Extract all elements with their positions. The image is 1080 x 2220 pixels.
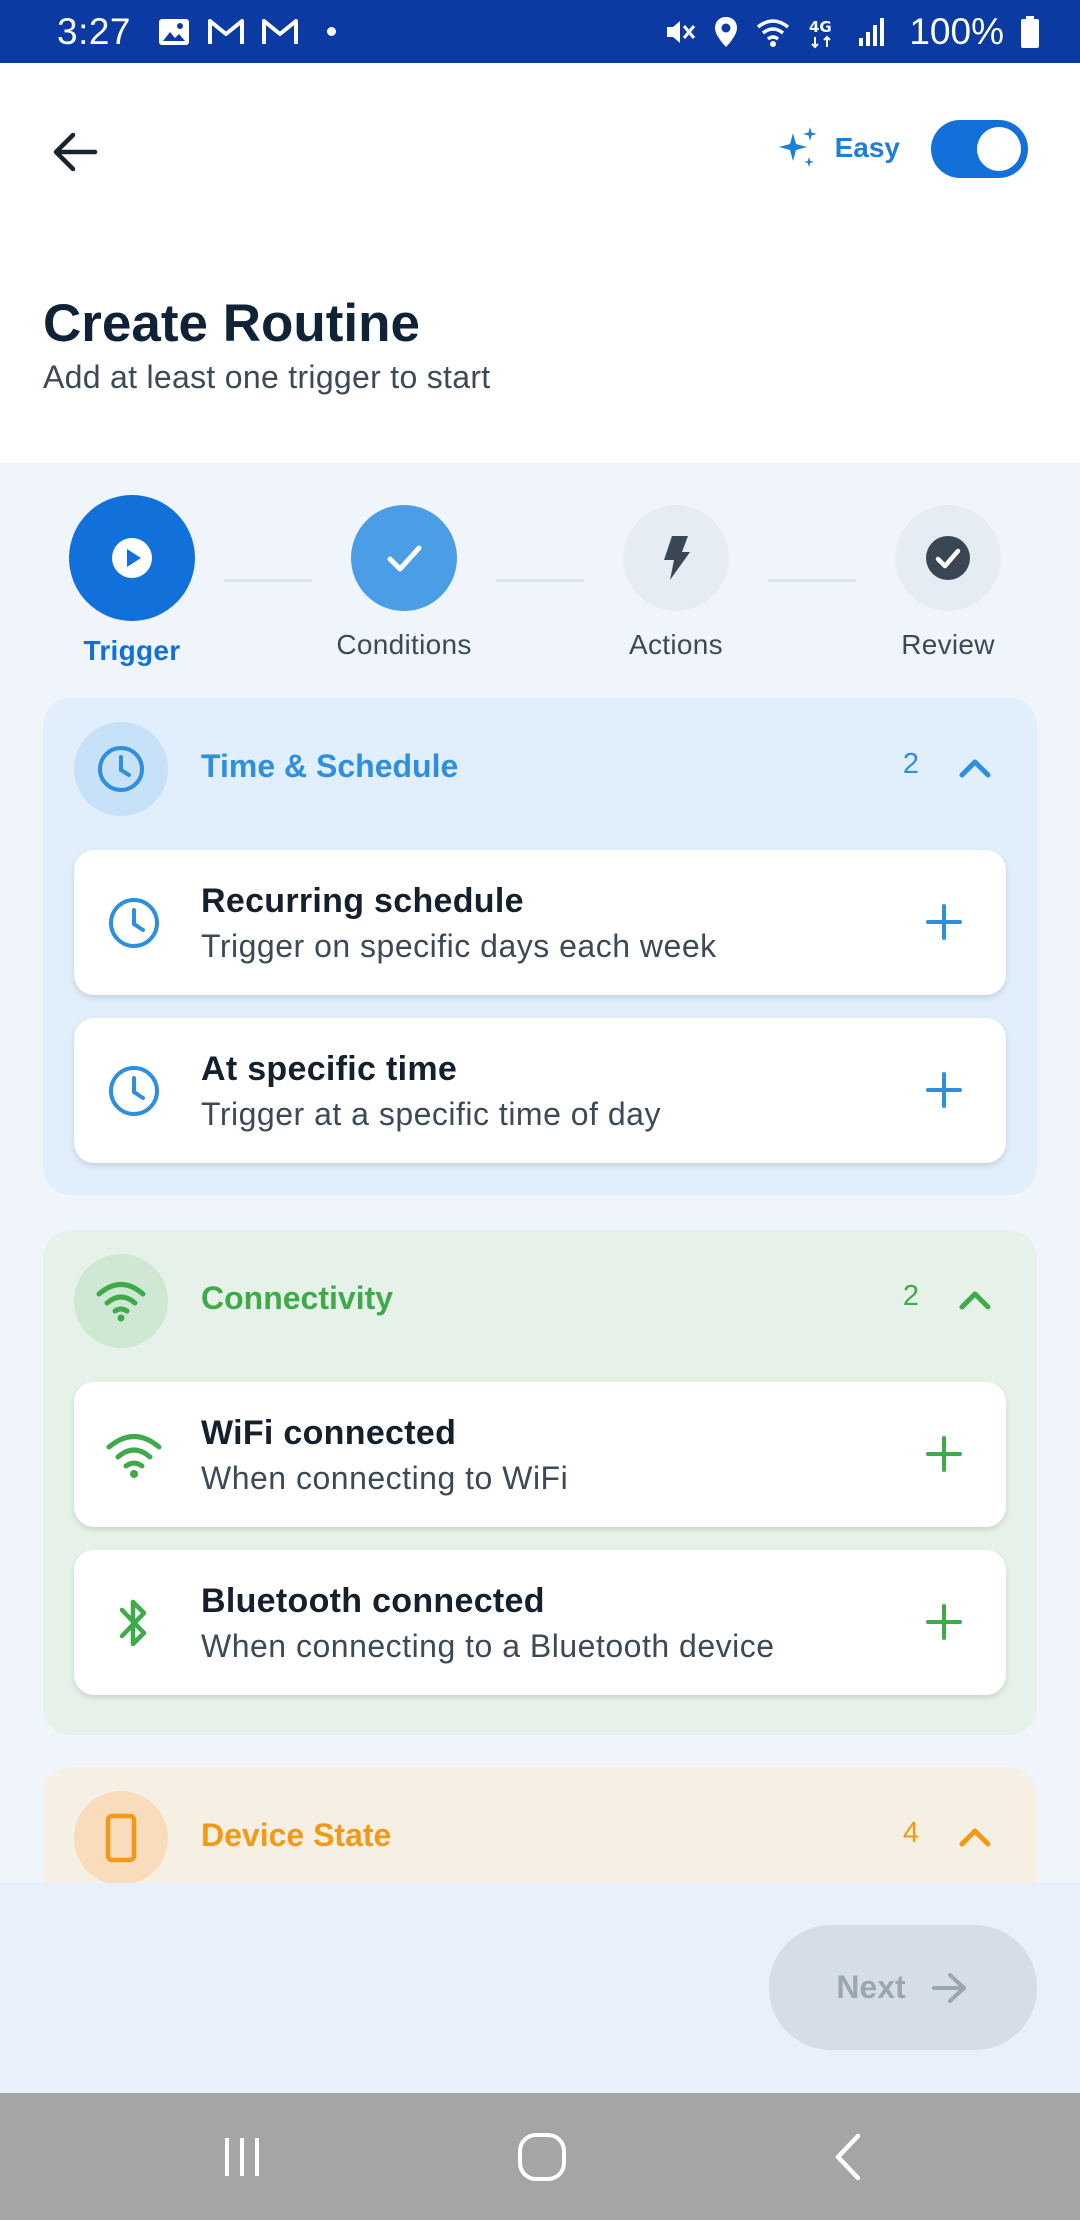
wifi-icon [106, 1427, 162, 1483]
card-description: Trigger on specific days each week [201, 928, 717, 964]
card-description: When connecting to a Bluetooth device [201, 1628, 775, 1664]
location-icon [713, 12, 739, 52]
back-button[interactable] [44, 121, 106, 183]
status-right: 4G 100% [663, 11, 1040, 53]
signal-icon [857, 12, 887, 52]
recents-icon [225, 2138, 259, 2176]
arrow-right-icon [931, 1972, 966, 2003]
easy-mode-label[interactable]: Easy [775, 125, 900, 171]
recent-apps-button[interactable] [212, 2127, 272, 2187]
easy-label: Easy [834, 132, 900, 163]
section-count: 4 [902, 1817, 919, 1849]
check-icon [387, 545, 422, 572]
step-review[interactable]: Review [858, 505, 1038, 661]
play-icon [112, 538, 152, 578]
section-header[interactable]: Device State 4 [43, 1767, 1037, 1883]
arrow-left-icon [53, 132, 98, 172]
section-connectivity: Connectivity 2 WiFi connected When conne… [43, 1230, 1037, 1735]
clock-icon [106, 895, 162, 951]
step-label: Conditions [336, 629, 472, 660]
plus-icon[interactable] [922, 900, 966, 944]
bottom-action-bar: Next [0, 1883, 1080, 2093]
next-button[interactable]: Next [769, 1925, 1037, 2050]
check-circle-icon [926, 536, 970, 580]
section-time-schedule: Time & Schedule 2 Recurring schedule Tri… [43, 698, 1037, 1195]
phone-icon [74, 1791, 168, 1883]
wifi-icon [74, 1254, 168, 1348]
system-nav-bar [0, 2093, 1080, 2220]
step-actions[interactable]: Actions [586, 505, 766, 661]
app-header: Easy Create Routine Add at least one tri… [0, 63, 1080, 463]
card-title: WiFi connected [201, 1414, 457, 1452]
trigger-wifi-connected[interactable]: WiFi connected When connecting to WiFi [74, 1382, 1006, 1527]
card-description: When connecting to WiFi [201, 1460, 569, 1496]
card-description: Trigger at a specific time of day [201, 1096, 661, 1132]
plus-icon[interactable] [922, 1068, 966, 1112]
battery-percent: 100% [909, 10, 1004, 52]
card-title: At specific time [201, 1050, 458, 1088]
4g-icon: 4G [807, 12, 841, 52]
section-header[interactable]: Connectivity 2 [43, 1230, 1037, 1370]
status-time: 3:27 [57, 10, 132, 52]
card-title: Bluetooth connected [201, 1582, 545, 1620]
bluetooth-icon [106, 1595, 162, 1651]
system-back-button[interactable] [818, 2127, 878, 2187]
home-icon [518, 2133, 566, 2181]
step-trigger[interactable]: Trigger [42, 495, 222, 667]
chevron-up-icon [959, 1828, 991, 1847]
step-connector [224, 579, 312, 582]
trigger-bluetooth-connected[interactable]: Bluetooth connected When connecting to a… [74, 1550, 1006, 1695]
next-label: Next [836, 1969, 906, 2005]
toggle-knob [977, 127, 1021, 171]
step-circle [69, 495, 195, 621]
content-area: Trigger Conditions Actions Review Time &… [0, 463, 1080, 1883]
card-title: Recurring schedule [201, 882, 524, 920]
step-circle [623, 505, 729, 611]
bolt-icon [664, 536, 690, 580]
svg-text:4G: 4G [809, 18, 832, 36]
section-title: Connectivity [201, 1280, 394, 1316]
section-count: 2 [902, 748, 919, 780]
step-circle [895, 505, 1001, 611]
step-conditions[interactable]: Conditions [314, 505, 494, 661]
page-title: Create Routine [43, 294, 420, 353]
section-header[interactable]: Time & Schedule 2 [43, 698, 1037, 838]
battery-icon [1020, 12, 1040, 52]
image-icon [157, 12, 191, 52]
stepper: Trigger Conditions Actions Review [0, 463, 1080, 683]
trigger-specific-time[interactable]: At specific time Trigger at a specific t… [74, 1018, 1006, 1163]
notification-dot-icon [327, 27, 337, 36]
step-circle [351, 505, 457, 611]
back-chevron-icon [835, 2133, 861, 2181]
chevron-up-icon [959, 759, 991, 778]
status-left: 3:27 [57, 10, 337, 53]
gmail-icon [261, 12, 299, 52]
step-label: Actions [629, 629, 723, 660]
step-label: Trigger [83, 635, 181, 666]
clock-icon [106, 1063, 162, 1119]
page-subtitle: Add at least one trigger to start [43, 359, 491, 395]
wifi-icon [755, 12, 791, 52]
section-title: Time & Schedule [201, 748, 459, 784]
section-device-state: Device State 4 [43, 1767, 1037, 1883]
gmail-icon [207, 12, 245, 52]
sparkle-icon [778, 127, 817, 167]
step-connector [496, 579, 584, 582]
mute-icon [663, 12, 697, 52]
trigger-recurring-schedule[interactable]: Recurring schedule Trigger on specific d… [74, 850, 1006, 995]
plus-icon[interactable] [922, 1600, 966, 1644]
clock-icon [74, 722, 168, 816]
home-button[interactable] [512, 2127, 572, 2187]
plus-icon[interactable] [922, 1432, 966, 1476]
easy-mode-toggle[interactable] [931, 120, 1028, 178]
chevron-up-icon [959, 1291, 991, 1310]
step-connector [768, 579, 856, 582]
status-bar: 3:27 4G 100% [0, 0, 1080, 63]
section-title: Device State [201, 1817, 392, 1853]
step-label: Review [901, 629, 995, 660]
section-count: 2 [902, 1280, 919, 1312]
